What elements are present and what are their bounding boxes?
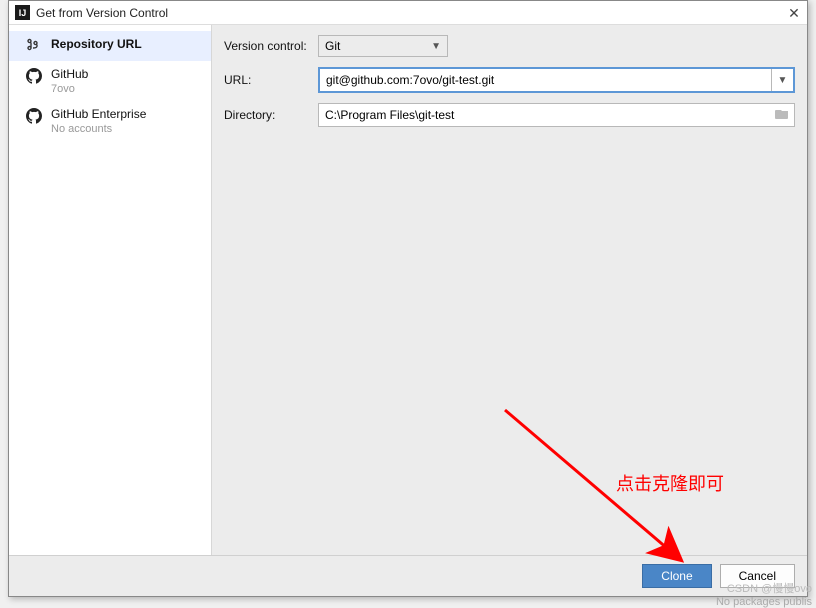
version-control-label: Version control: — [224, 39, 318, 53]
chevron-down-icon: ▼ — [431, 41, 441, 52]
directory-field-wrap — [318, 103, 795, 127]
url-input[interactable] — [320, 69, 771, 91]
sidebar-item-github-enterprise[interactable]: GitHub Enterprise No accounts — [9, 101, 211, 141]
sidebar-item-github[interactable]: GitHub 7ovo — [9, 61, 211, 101]
folder-icon — [775, 108, 789, 123]
content-pane: Version control: Git ▼ URL: ▼ Directory: — [212, 25, 807, 555]
clone-button[interactable]: Clone — [642, 564, 711, 588]
close-icon[interactable]: ✕ — [787, 6, 801, 20]
sidebar-item-repository-url[interactable]: Repository URL — [9, 31, 211, 61]
version-control-value: Git — [325, 39, 431, 53]
browse-button[interactable] — [770, 104, 794, 126]
sidebar-item-sub: No accounts — [51, 123, 146, 135]
url-field-wrap: ▼ — [318, 67, 795, 93]
directory-input[interactable] — [319, 104, 770, 126]
titlebar: IJ Get from Version Control ✕ — [9, 1, 807, 25]
dialog-body: Repository URL GitHub 7ovo GitHub Enterp… — [9, 25, 807, 555]
watermark-author: CSDN @慢慢ovo — [727, 580, 812, 596]
footer: Clone Cancel — [9, 555, 807, 596]
branch-icon — [25, 37, 43, 55]
sidebar-item-label: Repository URL — [51, 37, 142, 51]
directory-label: Directory: — [224, 108, 318, 122]
url-label: URL: — [224, 73, 318, 87]
sidebar-item-label: GitHub Enterprise — [51, 107, 146, 121]
sidebar-item-sub: 7ovo — [51, 83, 88, 95]
version-control-select[interactable]: Git ▼ — [318, 35, 448, 57]
app-icon: IJ — [15, 5, 30, 20]
watermark-status: No packages publis — [716, 596, 812, 608]
vcs-dialog: IJ Get from Version Control ✕ Repository… — [8, 0, 808, 597]
chevron-down-icon: ▼ — [778, 75, 788, 86]
sidebar-item-label: GitHub — [51, 67, 88, 81]
url-history-dropdown[interactable]: ▼ — [771, 69, 793, 91]
sidebar: Repository URL GitHub 7ovo GitHub Enterp… — [9, 25, 212, 555]
github-icon — [25, 107, 43, 125]
dialog-title: Get from Version Control — [36, 6, 787, 20]
github-icon — [25, 67, 43, 85]
